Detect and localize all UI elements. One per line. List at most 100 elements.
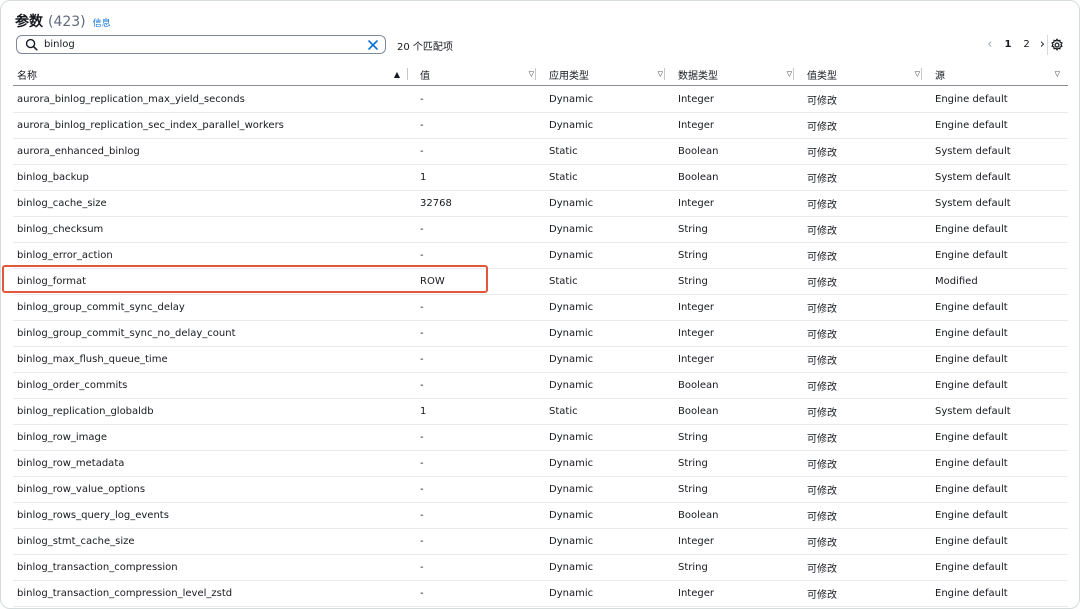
- table-row[interactable]: aurora_binlog_replication_sec_index_para…: [13, 112, 1068, 139]
- param-apply-type: Static: [549, 171, 578, 183]
- param-source: System default: [935, 171, 1011, 183]
- param-value-type: 可修改: [807, 173, 837, 185]
- page-2-button[interactable]: 2: [1023, 39, 1029, 50]
- param-name: binlog_row_value_options: [17, 483, 146, 495]
- page-title: 参数: [15, 14, 43, 30]
- param-apply-type: Dynamic: [549, 197, 594, 209]
- param-value: -: [420, 93, 424, 105]
- param-value: -: [420, 327, 424, 339]
- column-divider: [921, 68, 922, 80]
- param-data-type: Boolean: [678, 379, 719, 391]
- param-apply-type: Static: [549, 145, 578, 157]
- param-source: Modified: [935, 275, 978, 287]
- param-data-type: String: [678, 483, 708, 495]
- chevron-right-icon[interactable]: ›: [1040, 37, 1045, 52]
- search-input[interactable]: binlog: [16, 35, 386, 54]
- param-value-type: 可修改: [807, 355, 837, 367]
- param-apply-type: Dynamic: [549, 587, 594, 599]
- param-apply-type: Dynamic: [549, 327, 594, 339]
- param-value-type: 可修改: [807, 537, 837, 549]
- divider: [1047, 35, 1048, 55]
- param-name: binlog_stmt_cache_size: [17, 535, 135, 547]
- param-name: binlog_max_flush_queue_time: [17, 353, 168, 365]
- param-name: binlog_transaction_compression: [17, 561, 178, 573]
- table-row[interactable]: binlog_cache_size 32768 Dynamic Integer 可修改 S…: [13, 190, 1068, 217]
- table-row[interactable]: binlog_stmt_cache_size - Dynamic Integer 可修改…: [13, 528, 1068, 555]
- param-source: Engine default: [935, 119, 1008, 131]
- param-name: binlog_order_commits: [17, 379, 128, 391]
- column-header-value-type[interactable]: 值类型 ▽: [803, 63, 928, 85]
- table-row[interactable]: binlog_checksum - Dynamic String 可修改 Engine d…: [13, 216, 1068, 243]
- param-apply-type: Dynamic: [549, 379, 594, 391]
- param-apply-type: Dynamic: [549, 353, 594, 365]
- table-row[interactable]: binlog_transaction_compression_level_zst…: [13, 580, 1068, 607]
- param-data-type: Integer: [678, 353, 714, 365]
- column-label: 数据类型: [678, 70, 718, 82]
- column-header-data-type[interactable]: 数据类型 ▽: [674, 63, 800, 85]
- page-1-button[interactable]: 1: [1004, 39, 1011, 50]
- gear-icon[interactable]: [1050, 38, 1064, 52]
- param-value: -: [420, 301, 424, 313]
- sort-icon[interactable]: ▽: [915, 70, 920, 78]
- sort-icon[interactable]: ▽: [529, 70, 534, 78]
- column-header-apply-type[interactable]: 应用类型 ▽: [545, 63, 671, 85]
- sort-ascending-icon[interactable]: ▲: [394, 70, 400, 79]
- column-header-value[interactable]: 值 ▽: [416, 63, 542, 85]
- param-data-type: String: [678, 249, 708, 261]
- table-row[interactable]: binlog_max_flush_queue_time - Dynamic Integ…: [13, 346, 1068, 373]
- param-apply-type: Dynamic: [549, 93, 594, 105]
- param-data-type: String: [678, 223, 708, 235]
- param-source: Engine default: [935, 327, 1008, 339]
- param-value: -: [420, 561, 424, 573]
- close-icon[interactable]: [367, 39, 379, 51]
- table-row[interactable]: binlog_order_commits - Dynamic Boolean 可修改 En…: [13, 372, 1068, 399]
- param-value-type: 可修改: [807, 251, 837, 263]
- param-data-type: Integer: [678, 197, 714, 209]
- table-row[interactable]: binlog_transaction_compression - Dynamic St…: [13, 554, 1068, 581]
- param-value: -: [420, 145, 424, 157]
- column-label: 应用类型: [549, 70, 589, 82]
- param-data-type: String: [678, 457, 708, 469]
- table-row[interactable]: aurora_enhanced_binlog - Static Boolean 可修改 S…: [13, 138, 1068, 165]
- highlight-box: [2, 265, 488, 293]
- column-label: 源: [935, 70, 945, 82]
- param-value: 1: [420, 405, 427, 417]
- chevron-left-icon[interactable]: ‹: [987, 37, 992, 52]
- param-source: Engine default: [935, 301, 1008, 313]
- param-value-type: 可修改: [807, 277, 837, 289]
- sort-icon[interactable]: ▽: [658, 70, 663, 78]
- sort-icon[interactable]: ▽: [1055, 70, 1060, 78]
- param-name: binlog_cache_size: [17, 197, 107, 209]
- table-row[interactable]: binlog_replication_globaldb 1 Static Boolea…: [13, 398, 1068, 425]
- param-data-type: Integer: [678, 93, 714, 105]
- param-apply-type: Dynamic: [549, 119, 594, 131]
- sort-icon[interactable]: ▽: [787, 70, 792, 78]
- param-name: binlog_group_commit_sync_delay: [17, 301, 185, 313]
- param-source: Engine default: [935, 509, 1008, 521]
- param-apply-type: Dynamic: [549, 249, 594, 261]
- info-link[interactable]: 信息: [93, 16, 111, 29]
- column-header-name[interactable]: 名称 ▲: [13, 63, 408, 85]
- table-row[interactable]: binlog_rows_query_log_events - Dynamic Bool…: [13, 502, 1068, 529]
- param-source: Engine default: [935, 353, 1008, 365]
- param-value-type: 可修改: [807, 433, 837, 445]
- param-value-type: 可修改: [807, 147, 837, 159]
- table-row[interactable]: binlog_row_metadata - Dynamic String 可修改 Engi…: [13, 450, 1068, 477]
- param-source: Engine default: [935, 249, 1008, 261]
- column-header-source[interactable]: 源 ▽: [931, 63, 1068, 85]
- table-row[interactable]: aurora_binlog_replication_max_yield_seco…: [13, 86, 1068, 113]
- search-value[interactable]: binlog: [44, 39, 367, 50]
- table-row[interactable]: binlog_group_commit_sync_delay - Dynamic In…: [13, 294, 1068, 321]
- table-row[interactable]: binlog_backup 1 Static Boolean 可修改 System def…: [13, 164, 1068, 191]
- param-value-type: 可修改: [807, 511, 837, 523]
- param-name: binlog_transaction_compression_level_zst…: [17, 587, 233, 599]
- table-row[interactable]: binlog_row_image - Dynamic String 可修改 Engine …: [13, 424, 1068, 451]
- table-row[interactable]: binlog_row_value_options - Dynamic String 可修…: [13, 476, 1068, 503]
- param-data-type: Integer: [678, 535, 714, 547]
- parameter-count: (423): [48, 14, 86, 30]
- param-value-type: 可修改: [807, 563, 837, 575]
- param-value: -: [420, 457, 424, 469]
- param-apply-type: Dynamic: [549, 509, 594, 521]
- param-apply-type: Static: [549, 275, 578, 287]
- table-row[interactable]: binlog_group_commit_sync_no_delay_count -…: [13, 320, 1068, 347]
